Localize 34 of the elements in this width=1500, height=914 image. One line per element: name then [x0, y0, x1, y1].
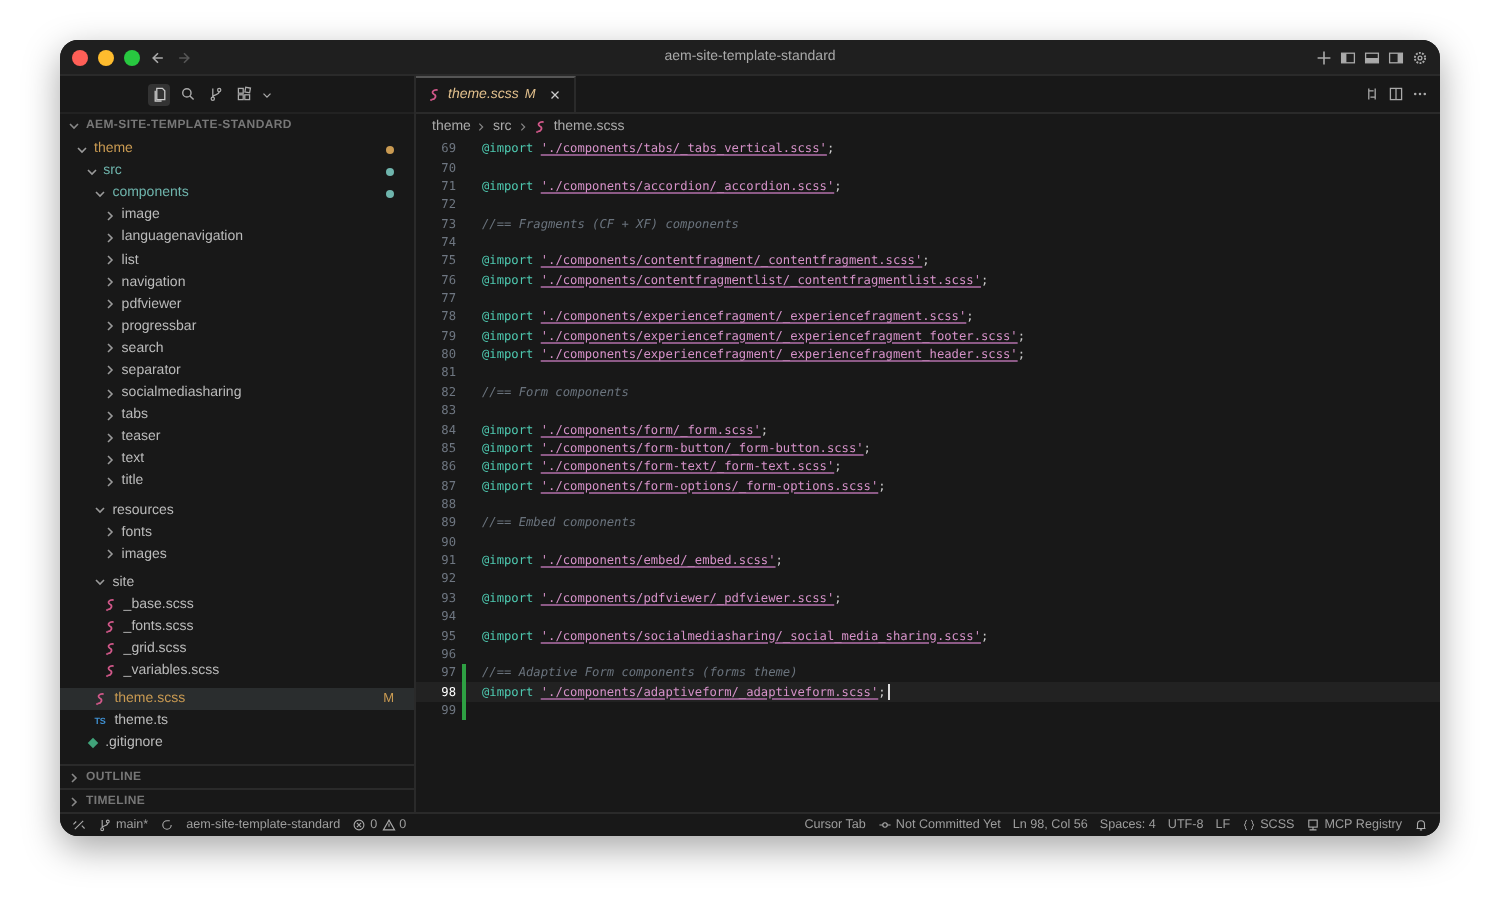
back-arrow-icon[interactable]: [150, 49, 166, 65]
bell-icon[interactable]: [1414, 818, 1428, 832]
split-editor-icon[interactable]: [1388, 86, 1404, 102]
sync-icon[interactable]: [160, 818, 175, 832]
sidebar-toggle-icon[interactable]: [1340, 49, 1356, 65]
maximize-button[interactable]: [124, 49, 140, 65]
settings-icon[interactable]: [1412, 49, 1428, 65]
secondary-sidebar-icon[interactable]: [1388, 49, 1404, 65]
activity-button[interactable]: [176, 83, 198, 105]
close-icon[interactable]: [547, 88, 562, 102]
chevron-icon: [94, 576, 107, 589]
error-icon: [352, 818, 367, 832]
scss-file-icon: [428, 88, 442, 102]
branch-icon: [98, 818, 112, 832]
close-button[interactable]: [72, 49, 88, 65]
diamond-icon: [85, 736, 100, 751]
plus-icon[interactable]: [1316, 49, 1332, 65]
chevron-icon: [517, 122, 528, 132]
braces-icon: [1242, 818, 1257, 832]
commit-icon: [877, 818, 892, 832]
minimize-button[interactable]: [98, 49, 114, 65]
scss-file-icon: [103, 642, 118, 657]
scss-file-icon: [103, 664, 118, 679]
activity-button[interactable]: [232, 83, 254, 105]
text-cursor: [887, 684, 890, 701]
scss-file-icon: [103, 620, 118, 635]
activity-button[interactable]: [148, 83, 170, 105]
scss-file-icon: [533, 120, 548, 134]
server-icon: [1306, 818, 1321, 832]
panel-toggle-icon[interactable]: [1364, 49, 1380, 65]
warning-icon: [381, 818, 396, 832]
scss-file-icon: [103, 597, 118, 612]
scss-file-icon: [94, 692, 109, 707]
chevron-icon: [476, 122, 487, 132]
